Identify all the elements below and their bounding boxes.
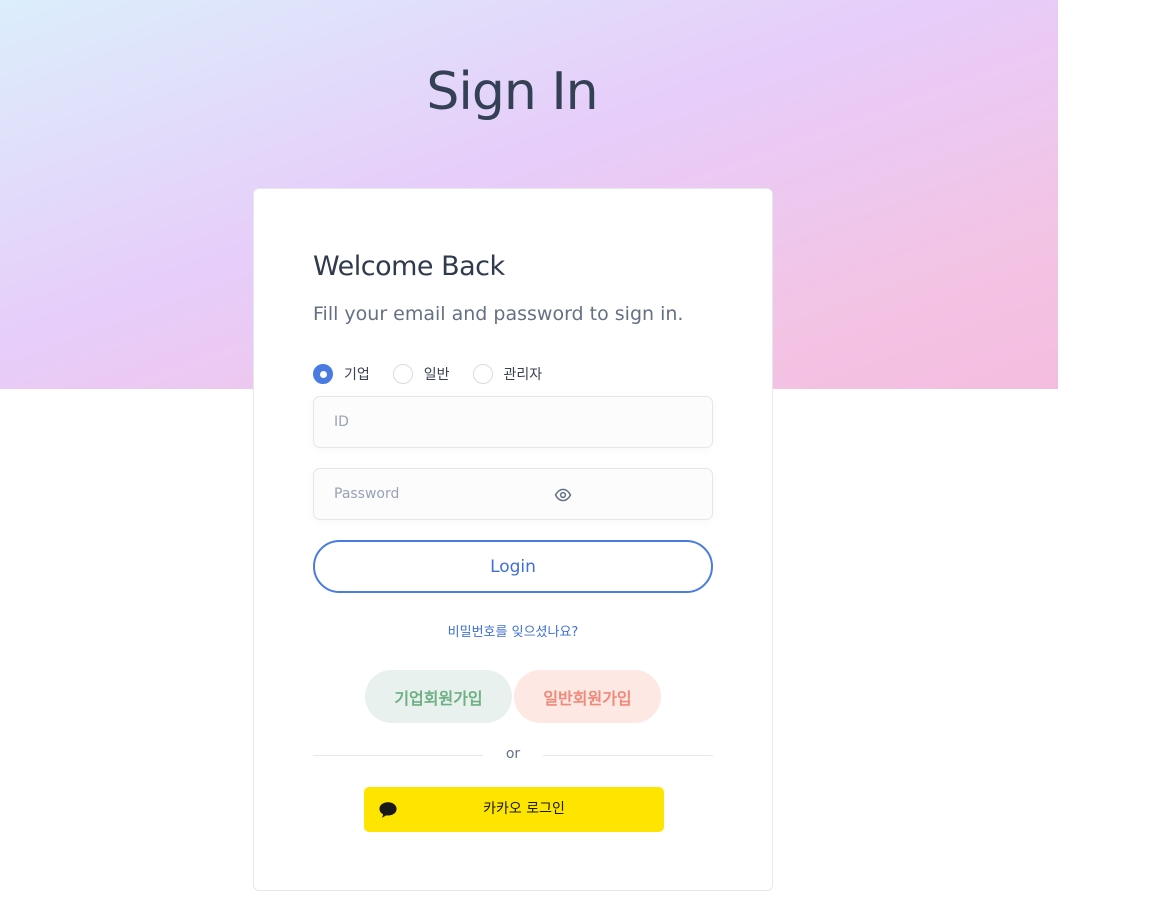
radio-corporate[interactable]: 기업 [313,364,370,384]
kakao-login-label: 카카오 로그인 [483,801,565,817]
card-subtitle: Fill your email and password to sign in. [313,303,684,325]
id-input[interactable] [314,397,712,447]
divider-text: or [505,746,521,762]
id-field [313,396,713,448]
page-title: Sign In [426,62,598,122]
divider-line-right [543,755,713,756]
user-type-radio-group: 기업 일반 관리자 [313,364,565,384]
kakao-login-button[interactable]: 카카오 로그인 [364,787,664,832]
radio-label: 일반 [423,367,450,383]
radio-indicator[interactable] [392,364,413,384]
login-button[interactable]: Login [313,540,713,593]
eye-icon[interactable] [554,486,572,504]
general-signup-button[interactable]: 일반회원가입 [514,670,661,723]
radio-indicator[interactable] [313,364,333,384]
sign-in-card: Welcome Back Fill your email and passwor… [253,188,773,891]
password-field [313,468,713,520]
divider-line-left [313,755,483,756]
radio-admin[interactable]: 관리자 [472,364,543,384]
sign-in-page: Sign In Welcome Back Fill your email and… [0,0,1152,924]
radio-label: 관리자 [503,367,543,383]
card-heading: Welcome Back [313,251,505,282]
forgot-password-link[interactable]: 비밀번호를 잊으셨나요? [254,621,772,640]
radio-general[interactable]: 일반 [392,364,450,384]
radio-label: 기업 [344,367,370,383]
corporate-signup-button[interactable]: 기업회원가입 [365,670,512,723]
password-input[interactable] [314,469,712,519]
radio-indicator[interactable] [472,364,493,384]
